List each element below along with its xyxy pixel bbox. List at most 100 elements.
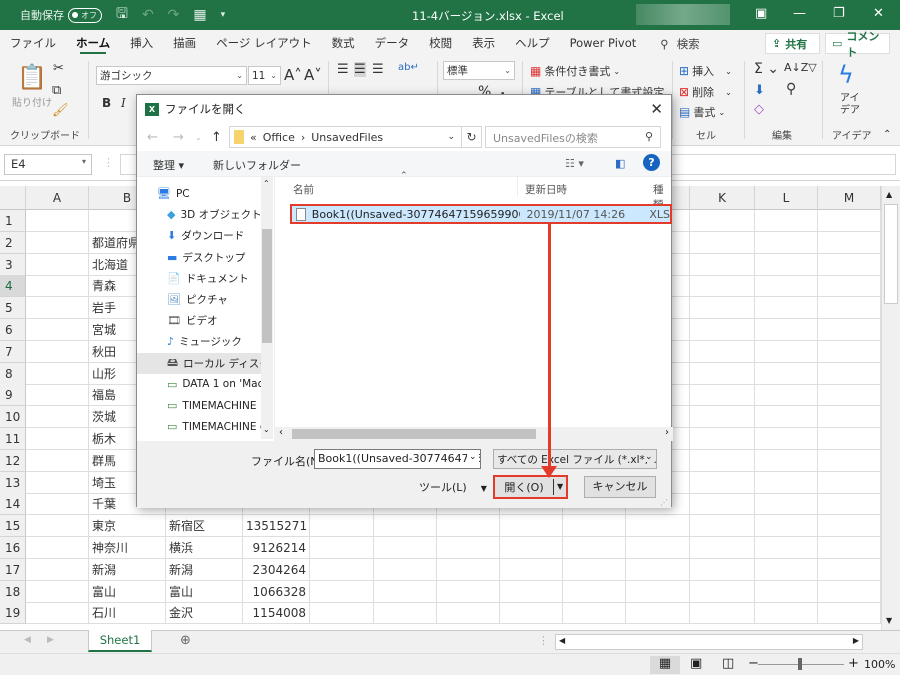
row-header[interactable]: 17 xyxy=(0,558,26,581)
ideas-button[interactable]: アイ デア xyxy=(840,93,860,117)
new-folder-button[interactable]: 新しいフォルダー xyxy=(213,157,301,173)
cell[interactable] xyxy=(690,253,755,276)
row-header[interactable]: 3 xyxy=(0,253,26,276)
preview-pane-icon[interactable]: ◧ xyxy=(615,157,625,170)
page-layout-view-icon[interactable]: ▣ xyxy=(690,656,702,671)
tab-data[interactable]: データ xyxy=(365,30,420,57)
row-header[interactable]: 13 xyxy=(0,471,26,494)
cell[interactable] xyxy=(755,537,818,559)
cell[interactable]: 富山 xyxy=(89,580,166,603)
cell[interactable] xyxy=(755,275,818,298)
recent-locations-icon[interactable]: ⌄ xyxy=(195,133,202,142)
row-header[interactable]: 14 xyxy=(0,493,26,516)
cell[interactable] xyxy=(755,558,818,581)
cell[interactable] xyxy=(755,471,818,494)
cell[interactable] xyxy=(500,558,563,581)
address-dropdown-icon[interactable]: ⌄ xyxy=(447,132,455,142)
tab-formulas[interactable]: 数式 xyxy=(322,30,365,57)
row-header[interactable]: 10 xyxy=(0,406,26,429)
cell[interactable] xyxy=(437,602,500,625)
nav-item[interactable]: ▭ TIMEMACHINE 1 xyxy=(167,395,270,416)
nav-item[interactable]: 🖴 ローカル ディスク (C xyxy=(137,352,262,374)
column-name-header[interactable]: 名前 xyxy=(293,182,314,197)
row-header[interactable]: 5 xyxy=(0,297,26,320)
cell[interactable] xyxy=(818,580,881,603)
cell[interactable] xyxy=(26,493,89,516)
cell[interactable] xyxy=(437,580,500,603)
cell[interactable] xyxy=(26,384,89,407)
cell[interactable] xyxy=(818,515,881,538)
scroll-up-icon[interactable]: ▲ xyxy=(886,190,892,199)
find-icon[interactable]: ⚲ xyxy=(786,81,796,97)
cell[interactable] xyxy=(26,602,89,625)
cell[interactable] xyxy=(690,602,755,625)
cell[interactable]: 9126214 xyxy=(243,537,310,559)
cell[interactable] xyxy=(26,231,89,254)
cell[interactable] xyxy=(26,537,89,559)
column-header[interactable]: L xyxy=(755,186,818,210)
cell[interactable] xyxy=(690,297,755,320)
row-header[interactable]: 15 xyxy=(0,515,26,538)
cell[interactable] xyxy=(818,297,881,320)
cell[interactable] xyxy=(690,515,755,538)
cell[interactable] xyxy=(690,449,755,472)
cell[interactable] xyxy=(690,428,755,450)
column-header[interactable]: M xyxy=(818,186,881,210)
filetype-select[interactable]: すべての Excel ファイル (*.xl*;*.xlsx xyxy=(493,449,657,469)
row-header[interactable]: 4 xyxy=(0,275,26,298)
undo-icon[interactable]: ↶ xyxy=(142,7,154,23)
cell[interactable] xyxy=(755,384,818,407)
cell[interactable] xyxy=(374,537,437,559)
cell[interactable]: 2304264 xyxy=(243,558,310,581)
format-cells-button[interactable]: ▤ 書式 ⌄ xyxy=(679,104,725,120)
cell[interactable] xyxy=(26,428,89,450)
ideas-icon[interactable]: ϟ xyxy=(838,61,854,89)
cell[interactable] xyxy=(755,362,818,385)
filename-input[interactable]: Book1((Unsaved-307746471596599062)).xlsb xyxy=(314,449,481,469)
row-header[interactable]: 2 xyxy=(0,231,26,254)
cell[interactable] xyxy=(626,602,690,625)
row-header[interactable]: 16 xyxy=(0,537,26,559)
cell[interactable] xyxy=(690,319,755,341)
cancel-button[interactable]: キャンセル xyxy=(584,476,656,498)
back-icon[interactable]: ← xyxy=(147,130,158,145)
cell[interactable] xyxy=(818,231,881,254)
address-bar[interactable]: « Office › UnsavedFiles ⌄ xyxy=(229,126,462,148)
cell[interactable] xyxy=(563,580,626,603)
cell[interactable] xyxy=(26,275,89,298)
align-middle-icon[interactable]: ☰ xyxy=(354,62,366,77)
up-folder-icon[interactable]: ↑ xyxy=(211,130,222,145)
cell[interactable] xyxy=(374,558,437,581)
cell[interactable] xyxy=(690,275,755,298)
collapse-ribbon-icon[interactable]: ⌃ xyxy=(883,129,891,140)
tab-split-handle[interactable]: ⋮ xyxy=(538,634,549,647)
cell[interactable] xyxy=(374,580,437,603)
customize-qat-icon[interactable]: ▾ xyxy=(221,10,226,20)
cell[interactable]: 1154008 xyxy=(243,602,310,625)
ribbon-display-icon[interactable]: ▣ xyxy=(755,6,767,21)
breadcrumb-overflow[interactable]: « xyxy=(250,131,257,144)
cell[interactable] xyxy=(26,580,89,603)
cell[interactable] xyxy=(755,406,818,429)
cell[interactable] xyxy=(626,537,690,559)
cell[interactable] xyxy=(374,602,437,625)
nav-item[interactable]: 📄 ドキュメント xyxy=(167,268,270,289)
row-header[interactable]: 8 xyxy=(0,362,26,385)
cell[interactable] xyxy=(690,558,755,581)
nav-scroll-up-icon[interactable]: ⌃ xyxy=(263,179,270,188)
font-size-select[interactable]: 11 ⌄ xyxy=(248,66,281,85)
nav-scrollbar[interactable]: ⌃ ⌄ xyxy=(261,177,273,439)
cell[interactable] xyxy=(310,558,374,581)
cell[interactable] xyxy=(690,231,755,254)
prev-sheet-icon[interactable]: ◀ xyxy=(24,635,31,645)
cell[interactable]: 1066328 xyxy=(243,580,310,603)
cell[interactable] xyxy=(755,602,818,625)
filename-dropdown-icon[interactable]: ⌄ xyxy=(467,452,479,462)
save-icon[interactable]: 🖫 xyxy=(116,3,128,27)
nav-item[interactable]: 🖥 PC xyxy=(157,183,260,204)
cell[interactable] xyxy=(818,384,881,407)
vertical-scrollbar[interactable]: ▲ ▼ xyxy=(881,186,900,630)
cell[interactable] xyxy=(755,449,818,472)
minimize-icon[interactable]: — xyxy=(793,6,806,21)
cell[interactable] xyxy=(26,362,89,385)
